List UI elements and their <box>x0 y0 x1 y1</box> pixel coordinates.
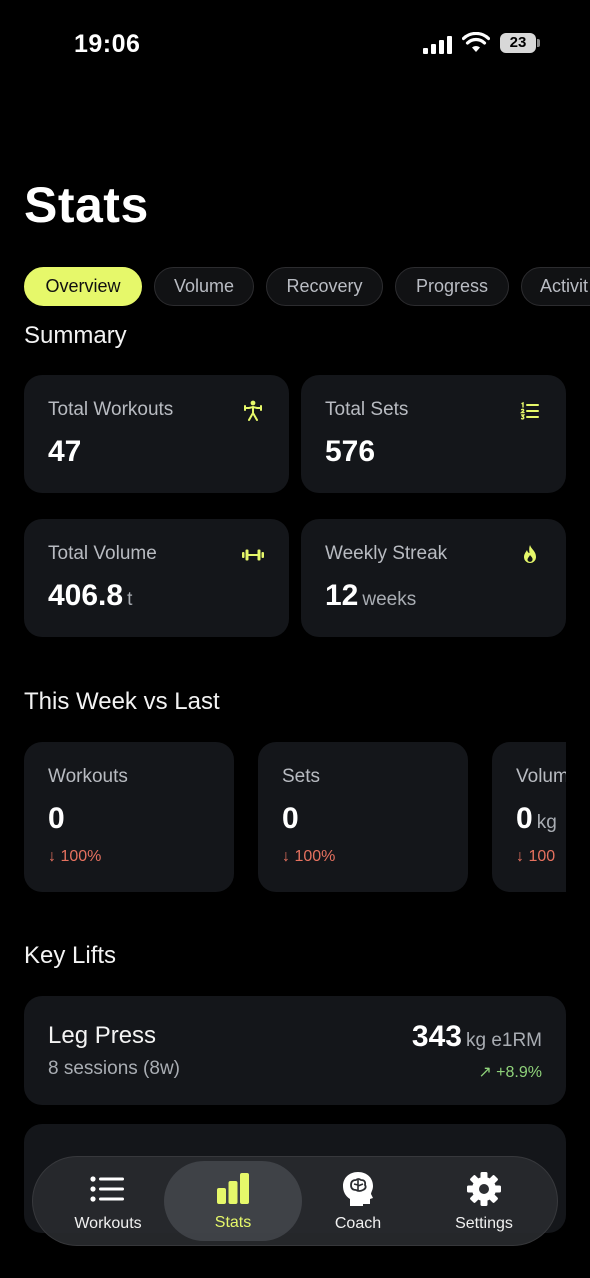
delta-negative: ↓ 100% <box>282 848 336 865</box>
wifi-icon <box>462 32 490 52</box>
key-lift-card-leg-press[interactable]: Leg Press 8 sessions (8w) 343 kg e1RM ↗ +… <box>24 996 566 1105</box>
status-bar: 19:06 23 <box>0 0 590 90</box>
nav-workouts[interactable]: Workouts <box>43 1157 173 1247</box>
page-title: Stats <box>24 177 149 233</box>
strength-figure-icon <box>244 400 262 421</box>
stats-tab-bar: Overview Volume Recovery Progress Activi… <box>24 267 590 307</box>
lift-name: Leg Press <box>48 1022 157 1049</box>
tab-recovery[interactable]: Recovery <box>266 267 383 306</box>
weekly-streak-card[interactable]: Weekly Streak 12 weeks <box>301 519 566 637</box>
total-workouts-card[interactable]: Total Workouts 47 <box>24 375 289 493</box>
card-label: Weekly Streak <box>325 543 448 564</box>
card-value: 0 kg <box>516 802 557 835</box>
tab-volume[interactable]: Volume <box>154 267 254 306</box>
gear-icon <box>467 1172 501 1206</box>
status-time: 19:06 <box>74 30 141 58</box>
summary-title: Summary <box>24 322 127 349</box>
nav-label: Coach <box>334 1215 382 1232</box>
nav-label: Stats <box>214 1214 252 1231</box>
tab-progress[interactable]: Progress <box>395 267 509 306</box>
total-sets-card[interactable]: Total Sets 576 <box>301 375 566 493</box>
delta-negative: ↓ 100% <box>48 848 102 865</box>
lift-sessions: 8 sessions (8w) <box>48 1058 180 1079</box>
cellular-signal-icon <box>423 36 453 54</box>
numbered-list-icon <box>519 401 539 420</box>
card-value: 0 <box>48 802 65 835</box>
brain-head-icon <box>343 1172 373 1206</box>
tab-overview[interactable]: Overview <box>24 267 142 306</box>
card-value: 576 <box>325 435 376 468</box>
card-label: Total Sets <box>325 399 409 420</box>
dumbbell-icon <box>242 549 264 561</box>
week-compare-title: This Week vs Last <box>24 688 220 715</box>
nav-coach[interactable]: Coach <box>293 1157 423 1247</box>
bar-chart-icon <box>217 1173 249 1204</box>
week-workouts-card[interactable]: Workouts 0 ↓ 100% <box>24 742 234 892</box>
battery-icon: 23 <box>500 33 540 53</box>
week-volume-card[interactable]: Volum 0 kg ↓ 100 <box>492 742 566 892</box>
card-value: 47 <box>48 435 82 468</box>
lift-e1rm: 343 kg e1RM <box>411 1020 542 1053</box>
card-value: 0 <box>282 802 299 835</box>
list-icon <box>90 1176 124 1202</box>
card-label: Workouts <box>48 766 128 787</box>
bottom-tab-bar: Workouts Stats Coach Settings <box>32 1156 558 1246</box>
delta-negative: ↓ 100 <box>516 848 556 865</box>
key-lifts-title: Key Lifts <box>24 942 117 969</box>
nav-stats[interactable]: Stats <box>164 1161 302 1241</box>
card-label: Volum <box>516 766 566 787</box>
card-label: Total Workouts <box>48 399 174 420</box>
card-value: 406.8 t <box>48 579 133 612</box>
battery-level: 23 <box>500 33 536 53</box>
total-volume-card[interactable]: Total Volume 406.8 t <box>24 519 289 637</box>
card-label: Total Volume <box>48 543 157 564</box>
nav-label: Settings <box>455 1215 513 1232</box>
week-sets-card[interactable]: Sets 0 ↓ 100% <box>258 742 468 892</box>
lift-change-positive: ↗ +8.9% <box>478 1064 542 1081</box>
week-compare-scroller[interactable]: Workouts 0 ↓ 100% Sets 0 ↓ 100% Volum 0k… <box>24 742 566 892</box>
card-label: Sets <box>282 766 321 787</box>
nav-label: Workouts <box>74 1215 142 1232</box>
nav-settings[interactable]: Settings <box>419 1157 549 1247</box>
card-value: 12 weeks <box>325 579 417 612</box>
tab-activity[interactable]: Activit <box>521 267 590 306</box>
flame-icon <box>524 545 536 563</box>
